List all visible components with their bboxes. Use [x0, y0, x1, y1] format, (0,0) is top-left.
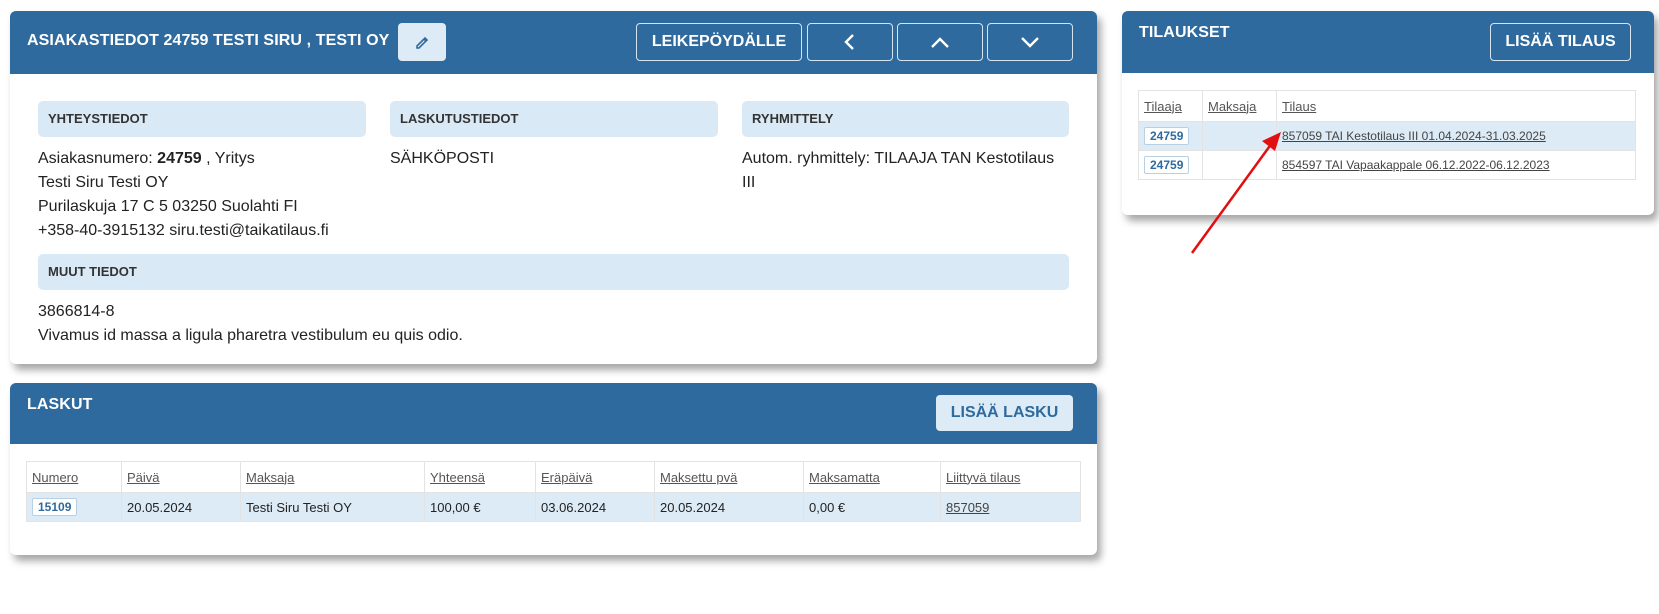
grouping-line-2: III [742, 174, 756, 191]
invoices-panel: LASKUT LISÄÄ LASKU Numero Päivä Maksaja … [10, 383, 1097, 555]
billing-section-title: LASKUTUSTIEDOT [390, 101, 718, 137]
grouping-line-1: Autom. ryhmittely: TILAAJA TAN Kestotila… [742, 150, 1055, 167]
orders-header-row: Tilaaja Maksaja Tilaus [1138, 90, 1636, 122]
other-section-title: MUUT TIEDOT [38, 254, 1069, 290]
invoices-title: LASKUT [27, 396, 93, 413]
down-button[interactable] [987, 23, 1073, 61]
col-paiva[interactable]: Päivä [121, 461, 241, 493]
invoice-unpaid: 0,00 € [803, 492, 941, 522]
clipboard-button[interactable]: LEIKEPÖYDÄLLE [636, 23, 802, 61]
other-line-2: Vivamus id massa a ligula pharetra vesti… [38, 327, 463, 344]
invoices-panel-header: LASKUT LISÄÄ LASKU [10, 383, 1097, 444]
col-tilaus[interactable]: Tilaus [1276, 90, 1636, 122]
orders-title: TILAUKSET [1139, 24, 1230, 41]
chevron-up-icon [931, 37, 949, 48]
contact-section-title: YHTEYSTIEDOT [38, 101, 366, 137]
col-maksaja[interactable]: Maksaja [1202, 90, 1277, 122]
col-maksaja[interactable]: Maksaja [240, 461, 425, 493]
col-liittyva-tilaus[interactable]: Liittyvä tilaus [940, 461, 1081, 493]
up-button[interactable] [897, 23, 983, 61]
col-tilaaja[interactable]: Tilaaja [1138, 90, 1203, 122]
table-row: 15109 20.05.2024 Testi Siru Testi OY 100… [26, 492, 1081, 522]
customer-panel-header: ASIAKASTIEDOT 24759 TESTI SIRU , TESTI O… [10, 11, 1097, 74]
order-link[interactable]: 854597 TAI Vapaakappale 06.12.2022-06.12… [1282, 158, 1550, 172]
orders-panel-header: TILAUKSET LISÄÄ TILAUS [1122, 11, 1654, 73]
invoice-due: 03.06.2024 [535, 492, 655, 522]
customer-panel: ASIAKASTIEDOT 24759 TESTI SIRU , TESTI O… [10, 11, 1097, 364]
customer-number: 24759 [157, 150, 202, 167]
invoice-paid: 20.05.2024 [654, 492, 804, 522]
col-yhteensa[interactable]: Yhteensä [424, 461, 536, 493]
add-order-button[interactable]: LISÄÄ TILAUS [1490, 23, 1631, 61]
customer-type: , Yritys [206, 150, 255, 167]
col-numero[interactable]: Numero [26, 461, 122, 493]
add-invoice-button[interactable]: LISÄÄ LASKU [936, 395, 1073, 431]
previous-button[interactable] [807, 23, 893, 61]
grouping-section-title: RYHMITTELY [742, 101, 1069, 137]
chevron-down-icon [1021, 37, 1039, 48]
invoices-header-row: Numero Päivä Maksaja Yhteensä Eräpäivä M… [26, 461, 1081, 493]
customer-number-label: Asiakasnumero: [38, 150, 153, 167]
customer-title: ASIAKASTIEDOT 24759 TESTI SIRU , TESTI O… [27, 32, 390, 49]
edit-button[interactable] [398, 23, 446, 61]
order-link[interactable]: 857059 TAI Kestotilaus III 01.04.2024-31… [1282, 129, 1546, 143]
customer-number-line: Asiakasnumero: 24759 , Yritys [38, 150, 255, 168]
col-erapaiva[interactable]: Eräpäivä [535, 461, 655, 493]
invoice-number-badge[interactable]: 15109 [32, 498, 78, 516]
col-maksettu[interactable]: Maksettu pvä [654, 461, 804, 493]
invoice-date: 20.05.2024 [121, 492, 241, 522]
invoice-payer: Testi Siru Testi OY [240, 492, 425, 522]
billing-method: SÄHKÖPOSTI [390, 150, 495, 167]
customer-phone-email: +358-40-3915132 siru.testi@taikatilaus.f… [38, 222, 329, 239]
annotation-arrow [1190, 132, 1281, 254]
chevron-left-icon [844, 34, 854, 50]
customer-name: Testi Siru Testi OY [38, 174, 169, 191]
invoice-total: 100,00 € [424, 492, 536, 522]
invoice-order-link[interactable]: 857059 [946, 500, 989, 515]
customer-address: Purilaskuja 17 C 5 03250 Suolahti FI [38, 198, 298, 215]
other-line-1: 3866814-8 [38, 303, 115, 320]
pencil-icon [416, 36, 429, 49]
invoices-table: Numero Päivä Maksaja Yhteensä Eräpäivä M… [26, 461, 1081, 522]
col-maksamatta[interactable]: Maksamatta [803, 461, 941, 493]
